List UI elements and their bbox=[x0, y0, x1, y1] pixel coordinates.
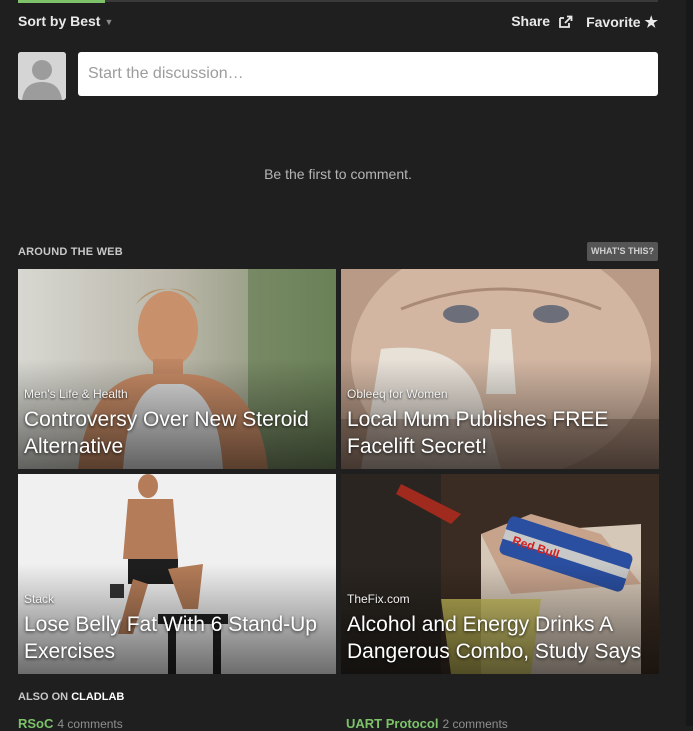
card-source: Obleeq for Women bbox=[347, 387, 448, 401]
recommendation-card[interactable]: Obleeq for Women Local Mum Publishes FRE… bbox=[341, 269, 659, 469]
related-thread-title: RSoC bbox=[18, 716, 54, 731]
share-icon bbox=[559, 15, 573, 28]
card-source: Stack bbox=[24, 592, 55, 606]
card-headline: Alcohol and Energy Drinks A Dangerous Co… bbox=[347, 613, 642, 663]
related-thread[interactable]: UART Protocol 2 comments bbox=[346, 716, 508, 731]
related-thread-comments: 2 comments bbox=[442, 717, 508, 731]
share-label: Share bbox=[511, 13, 551, 29]
favorite-button[interactable]: Favorite ★ bbox=[586, 13, 658, 31]
around-the-web-title: AROUND THE WEB bbox=[18, 246, 123, 258]
related-thread[interactable]: RSoC 4 comments bbox=[18, 716, 123, 731]
card-headline: Controversy Over New Steroid Alternative bbox=[24, 408, 309, 458]
card-headline: Local Mum Publishes FREE Facelift Secret… bbox=[347, 408, 609, 458]
also-on-site: CLADLAB bbox=[71, 691, 125, 703]
discussion-toolbar: Sort by Best ▼ Share Favorite ★ bbox=[18, 12, 658, 32]
comment-input[interactable]: Start the discussion… bbox=[78, 52, 658, 96]
sort-label: Sort by Best bbox=[18, 13, 101, 29]
scrollbar[interactable] bbox=[686, 0, 693, 726]
recommendation-card[interactable]: Stack Lose Belly Fat With 6 Stand-Up Exe… bbox=[18, 474, 336, 674]
share-button[interactable]: Share bbox=[511, 13, 573, 29]
card-source: Men's Life & Health bbox=[24, 387, 128, 401]
also-on-prefix: ALSO ON bbox=[18, 691, 69, 703]
whats-this-button[interactable]: WHAT'S THIS? bbox=[587, 242, 658, 261]
favorite-label: Favorite bbox=[586, 14, 641, 30]
related-thread-comments: 4 comments bbox=[57, 717, 123, 731]
avatar bbox=[18, 52, 66, 100]
recommendation-card[interactable]: Red Bull TheFix.com Alcohol and Energy D… bbox=[341, 474, 659, 674]
empty-comments-message: Be the first to comment. bbox=[264, 166, 412, 182]
star-icon: ★ bbox=[644, 14, 658, 31]
card-headline: Lose Belly Fat With 6 Stand-Up Exercises bbox=[24, 613, 317, 663]
also-on-title: ALSO ON CLADLAB bbox=[18, 691, 124, 703]
active-tab-indicator bbox=[18, 0, 105, 3]
caret-down-icon: ▼ bbox=[104, 17, 114, 27]
default-user-icon bbox=[18, 52, 66, 100]
related-thread-title: UART Protocol bbox=[346, 716, 439, 731]
recommendation-card[interactable]: Men's Life & Health Controversy Over New… bbox=[18, 269, 336, 469]
tab-underline bbox=[18, 0, 658, 3]
sort-dropdown[interactable]: Sort by Best ▼ bbox=[18, 13, 113, 29]
card-source: TheFix.com bbox=[347, 592, 410, 606]
